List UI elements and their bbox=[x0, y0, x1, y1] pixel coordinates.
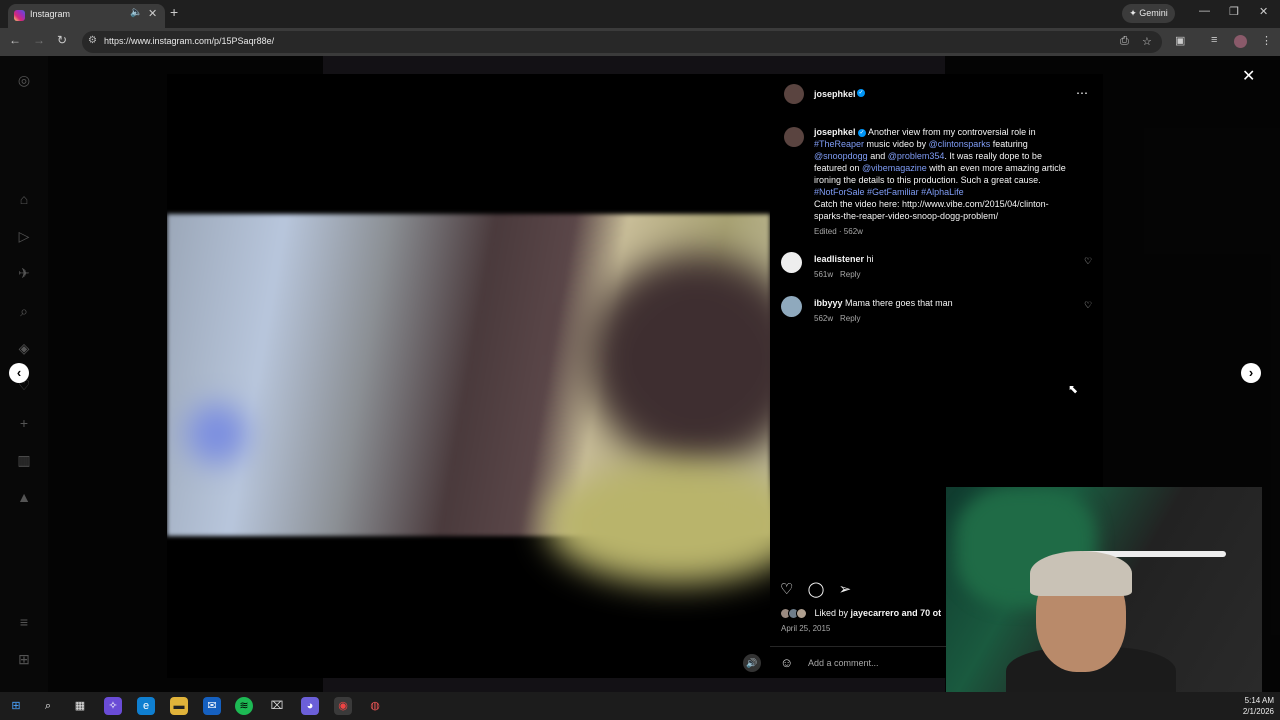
commenter-username[interactable]: leadlistener bbox=[814, 254, 864, 264]
like-heart-icon[interactable]: ♡ bbox=[780, 581, 793, 598]
comment-bubble-icon[interactable]: ◯ bbox=[808, 581, 825, 598]
hashtag-link[interactable]: #GetFamiliar bbox=[867, 187, 919, 197]
search-icon[interactable]: ⌕ bbox=[39, 697, 57, 715]
new-tab-icon[interactable]: + bbox=[170, 4, 178, 20]
like-comment-heart-icon[interactable]: ♡ bbox=[1084, 256, 1092, 267]
hashtag-link[interactable]: #NotForSale bbox=[814, 187, 865, 197]
liker-avatar bbox=[796, 608, 807, 620]
gemini-button[interactable]: ✦ Gemini bbox=[1122, 4, 1175, 23]
mention-link[interactable]: @problem354 bbox=[888, 151, 945, 161]
forward-icon[interactable]: → bbox=[33, 33, 45, 47]
mention-link[interactable]: @clintonsparks bbox=[929, 139, 991, 149]
sparkle-icon: ✦ bbox=[1129, 8, 1140, 18]
system-clock[interactable]: 5:14 AM 2/1/2026 bbox=[1228, 695, 1274, 717]
author-username[interactable]: josephkel bbox=[814, 89, 856, 99]
share-send-icon[interactable]: ➢ bbox=[839, 581, 852, 598]
instagram-favicon-icon bbox=[14, 10, 25, 21]
restore-icon[interactable]: ❐ bbox=[1229, 5, 1239, 18]
caption-username[interactable]: josephkel bbox=[814, 127, 856, 137]
media-controls-icon[interactable]: ≡ bbox=[1211, 34, 1217, 46]
tab-instagram[interactable]: Instagram 🔈 ✕ bbox=[8, 4, 165, 28]
close-tab-icon[interactable]: ✕ bbox=[148, 7, 157, 20]
back-icon[interactable]: ← bbox=[9, 33, 21, 47]
hashtag-link[interactable]: #AlphaLife bbox=[921, 187, 964, 197]
side-panel-icon[interactable]: ▣ bbox=[1175, 34, 1185, 47]
url-text: https://www.instagram.com/p/15PSaqr88e/ bbox=[104, 36, 275, 46]
mute-toggle-icon[interactable]: 🔊 bbox=[743, 654, 761, 672]
chrome-icon[interactable]: ◉ bbox=[334, 697, 352, 715]
more-options-icon[interactable]: ⋯ bbox=[1076, 86, 1088, 100]
task-view-icon[interactable]: ▦ bbox=[71, 697, 89, 715]
video-frame bbox=[167, 214, 770, 584]
clock-date: 2/1/2026 bbox=[1242, 707, 1274, 716]
post-actions: ♡ ◯ ➢ bbox=[780, 580, 851, 598]
comment-item: leadlistener hi 561w Reply ♡ bbox=[780, 252, 1100, 282]
speaker-icon[interactable]: 🔈 bbox=[130, 7, 142, 18]
close-icon[interactable]: ✕ bbox=[1242, 66, 1255, 86]
windows-taskbar: ⊞ ⌕ ▦ ✧ e ▬ ✉ ≋ ⌧ ◕ ◉ ◍ 5:14 AM 2/1/2026 bbox=[0, 692, 1280, 720]
reply-button[interactable]: Reply bbox=[840, 270, 860, 279]
outlook-icon[interactable]: ✉ bbox=[203, 697, 221, 715]
streamer-cap bbox=[1030, 551, 1132, 596]
minimize-icon[interactable]: — bbox=[1199, 5, 1210, 17]
commenter-avatar[interactable] bbox=[781, 296, 802, 317]
comment-text: Mama there goes that man bbox=[845, 298, 953, 308]
browser-tab-bar: Instagram 🔈 ✕ + ✦ Gemini — ❐ ✕ bbox=[0, 0, 1280, 28]
post-video[interactable]: 🔊 bbox=[167, 74, 770, 678]
obs-icon[interactable]: ◍ bbox=[366, 697, 384, 715]
liker-username[interactable]: jayecarrero bbox=[851, 608, 900, 618]
previous-post-icon[interactable]: ‹ bbox=[9, 363, 29, 383]
caption-avatar[interactable] bbox=[784, 127, 804, 147]
comment-age: 561w bbox=[814, 270, 834, 279]
file-explorer-icon[interactable]: ▬ bbox=[170, 697, 188, 715]
likes-others[interactable]: and 70 ot bbox=[899, 608, 942, 618]
address-bar[interactable]: ⚙ https://www.instagram.com/p/15PSaqr88e… bbox=[82, 31, 1162, 53]
mention-link[interactable]: @snoopdogg bbox=[814, 151, 868, 161]
browser-toolbar: ← → ↻ ⚙ https://www.instagram.com/p/15PS… bbox=[0, 28, 1280, 56]
mention-link[interactable]: @vibemagazine bbox=[862, 163, 927, 173]
edge-icon[interactable]: e bbox=[137, 697, 155, 715]
hashtag-link[interactable]: #TheReaper bbox=[814, 139, 864, 149]
discord-icon[interactable]: ◕ bbox=[301, 697, 319, 715]
comment-text: hi bbox=[866, 254, 874, 264]
spotify-icon[interactable]: ≋ bbox=[235, 697, 253, 715]
reply-button[interactable]: Reply bbox=[840, 314, 860, 323]
gemini-label: Gemini bbox=[1139, 8, 1168, 18]
verified-badge-icon: ✓ bbox=[858, 128, 867, 137]
install-app-icon[interactable]: ⎙ bbox=[1120, 35, 1129, 48]
close-window-icon[interactable]: ✕ bbox=[1259, 5, 1268, 18]
xbox-icon[interactable]: ⌧ bbox=[268, 697, 286, 715]
site-settings-icon[interactable]: ⚙ bbox=[88, 35, 97, 46]
reload-icon[interactable]: ↻ bbox=[57, 33, 67, 47]
post-date: April 25, 2015 bbox=[781, 624, 831, 633]
post-caption: josephkel ✓ Another view from my controv… bbox=[814, 126, 1074, 238]
next-post-icon[interactable]: › bbox=[1241, 363, 1261, 383]
menu-kebab-icon[interactable]: ⋮ bbox=[1261, 34, 1272, 47]
comment-age: 562w bbox=[814, 314, 834, 323]
comment-input[interactable]: Add a comment... bbox=[808, 658, 879, 668]
profile-avatar[interactable] bbox=[1234, 35, 1247, 48]
windows-start-icon[interactable]: ⊞ bbox=[7, 697, 25, 715]
caption-edited-meta: Edited · 562w bbox=[814, 227, 863, 236]
comment-item: ibbyyy Mama there goes that man 562w Rep… bbox=[780, 296, 1100, 326]
author-avatar[interactable] bbox=[784, 84, 804, 104]
commenter-avatar[interactable] bbox=[781, 252, 802, 273]
bookmark-star-icon[interactable]: ☆ bbox=[1142, 35, 1152, 48]
mouse-cursor-icon: ⬉ bbox=[1068, 382, 1079, 396]
clock-time: 5:14 AM bbox=[1244, 696, 1274, 705]
verified-badge-icon: ✓ bbox=[857, 89, 865, 97]
tab-title: Instagram bbox=[30, 9, 71, 19]
copilot-icon[interactable]: ✧ bbox=[104, 697, 122, 715]
webcam-overlay bbox=[946, 487, 1262, 692]
like-comment-heart-icon[interactable]: ♡ bbox=[1084, 300, 1092, 311]
commenter-username[interactable]: ibbyyy bbox=[814, 298, 843, 308]
emoji-icon[interactable]: ☺ bbox=[780, 655, 793, 670]
